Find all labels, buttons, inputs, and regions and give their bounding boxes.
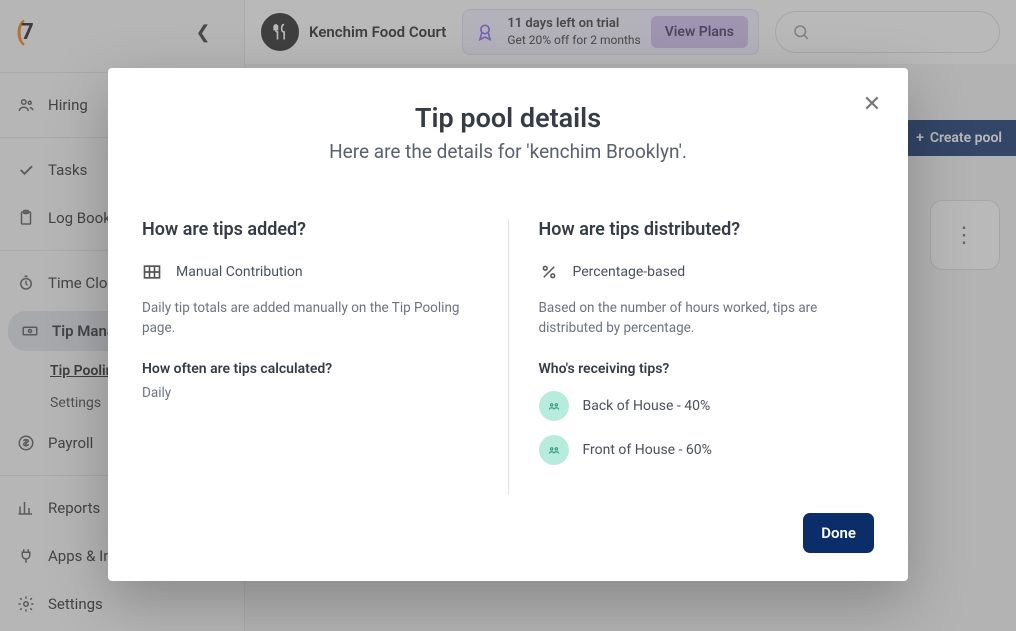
recipient-label: Front of House - 60%: [583, 442, 712, 458]
recipient-label: Back of House - 40%: [583, 398, 711, 414]
modal-right-column: How are tips distributed? Percentage-bas…: [509, 219, 875, 495]
dist-desc: Based on the number of hours worked, tip…: [539, 298, 875, 339]
added-method: Manual Contribution: [176, 264, 303, 280]
added-heading: How are tips added?: [142, 219, 478, 240]
percent-icon: [539, 262, 559, 282]
modal-close-button[interactable]: ✕: [858, 90, 886, 118]
dist-method: Percentage-based: [573, 264, 686, 280]
added-desc: Daily tip totals are added manually on t…: [142, 298, 478, 339]
freq-value: Daily: [142, 385, 478, 401]
tip-pool-details-modal: ✕ Tip pool details Here are the details …: [108, 68, 908, 581]
modal-title: Tip pool details: [142, 102, 874, 134]
recipient-row: Front of House - 60%: [539, 435, 875, 465]
close-icon: ✕: [863, 92, 881, 117]
dist-heading: How are tips distributed?: [539, 219, 875, 240]
modal-subtitle: Here are the details for 'kenchim Brookl…: [142, 140, 874, 163]
freq-heading: How often are tips calculated?: [142, 361, 478, 377]
modal-left-column: How are tips added? Manual Contribution …: [142, 219, 509, 495]
people-group-icon: [539, 435, 569, 465]
recipient-row: Back of House - 40%: [539, 391, 875, 421]
grid-icon: [142, 262, 162, 282]
who-heading: Who's receiving tips?: [539, 361, 875, 377]
modal-overlay: ✕ Tip pool details Here are the details …: [0, 0, 1016, 631]
done-button[interactable]: Done: [803, 513, 874, 553]
people-group-icon: [539, 391, 569, 421]
